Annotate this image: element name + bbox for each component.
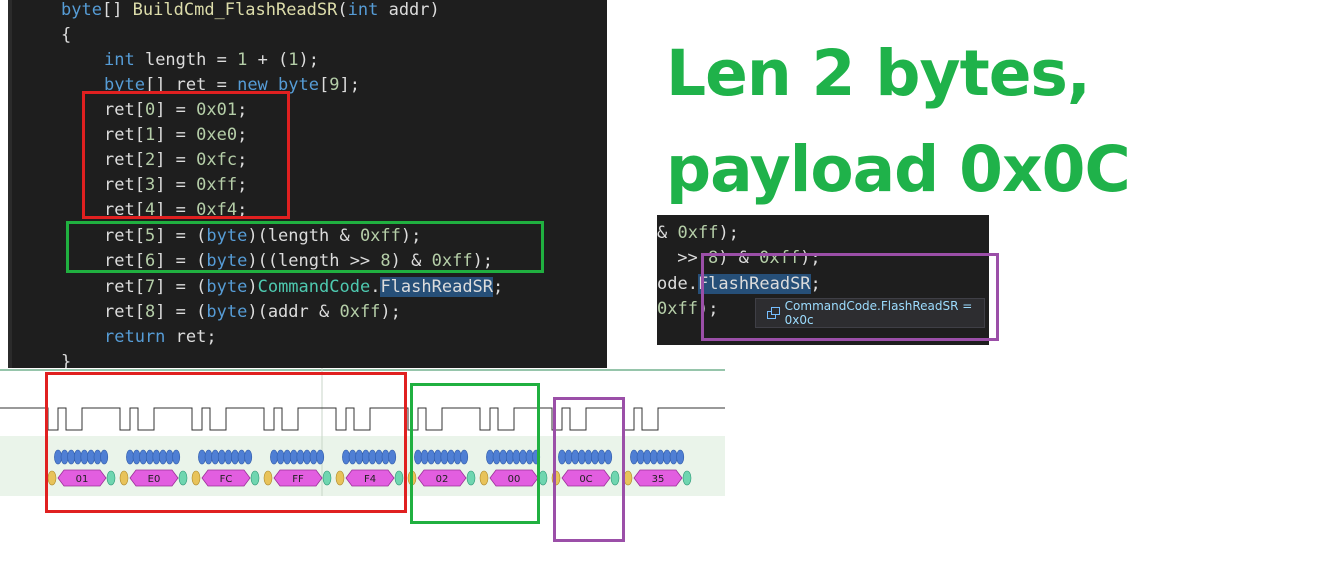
code-token: [] (101, 0, 133, 20)
bit-marker (630, 449, 638, 465)
decoded-byte-label: 35 (652, 474, 665, 485)
code-line: return ret; (104, 325, 217, 350)
stop-bit-marker (538, 470, 548, 486)
code-line: int length = 1 + (1); (104, 48, 319, 73)
stop-bit-marker (682, 470, 692, 486)
code-token: ; (493, 277, 504, 297)
code-token: 8 (144, 302, 156, 322)
code-token: 0xff (339, 302, 381, 322)
code-token: 0xff (657, 299, 698, 319)
code-token: 7 (144, 277, 156, 297)
heading-line-1: Len 2 bytes, (666, 37, 1091, 110)
code-token: ret; (165, 327, 217, 347)
code-token: ); (718, 223, 739, 243)
code-token: ); (380, 302, 401, 322)
purple-box-payload-byte (553, 397, 625, 542)
code-token: )(addr & (247, 302, 340, 322)
code-token: FlashReadSR (380, 277, 494, 297)
code-token: ( (337, 0, 348, 20)
bit-marker (649, 449, 658, 465)
code-token: addr) (378, 0, 440, 20)
code-token: + ( (247, 50, 289, 70)
code-line: byte[] BuildCmd_FlashReadSR(int addr) (61, 0, 440, 23)
code-token: length = (134, 50, 238, 70)
code-token: return (104, 327, 166, 347)
red-box-header-bytes (45, 372, 407, 513)
code-token: 0xff (677, 223, 719, 243)
purple-box-tooltip (701, 253, 999, 341)
code-token: 1 (288, 50, 299, 70)
code-token: byte (206, 302, 248, 322)
code-token: ) (247, 277, 258, 297)
green-box-length-code (66, 221, 544, 273)
code-token: ode. (657, 274, 698, 294)
code-token: ]; (339, 75, 360, 95)
code-token: ret[ (104, 302, 145, 322)
code-token: [ (319, 75, 330, 95)
code-token: ] = ( (155, 302, 207, 322)
code-line: ret[7] = (byte)CommandCode.FlashReadSR; (104, 275, 503, 300)
bit-marker (643, 449, 652, 465)
red-box-header-code (82, 91, 290, 219)
bit-marker (663, 449, 671, 465)
code-token: byte (61, 0, 102, 20)
green-box-length-bytes (410, 383, 540, 524)
start-bit-marker (623, 470, 633, 486)
code-line: ret[8] = (byte)(addr & 0xff); (104, 300, 401, 325)
crop-line: & 0xff); (657, 221, 739, 246)
bit-marker (636, 449, 645, 465)
code-token: int (104, 50, 135, 70)
code-token: byte (206, 277, 248, 297)
code-token: & (657, 223, 678, 243)
code-token: . (370, 277, 381, 297)
code-token: 9 (329, 75, 340, 95)
code-token: { (61, 25, 72, 45)
bit-marker (669, 449, 678, 465)
code-token: CommandCode (257, 277, 371, 297)
code-token: int (347, 0, 379, 20)
bit-marker (656, 449, 665, 465)
code-token: ret[ (104, 277, 145, 297)
code-token: ); (298, 50, 320, 70)
editor-gutter (8, 0, 12, 394)
code-token: ] = ( (155, 277, 207, 297)
code-line: { (61, 23, 71, 48)
code-token: BuildCmd_FlashReadSR (132, 0, 338, 20)
code-token: 1 (237, 50, 248, 70)
bit-marker (676, 449, 685, 465)
